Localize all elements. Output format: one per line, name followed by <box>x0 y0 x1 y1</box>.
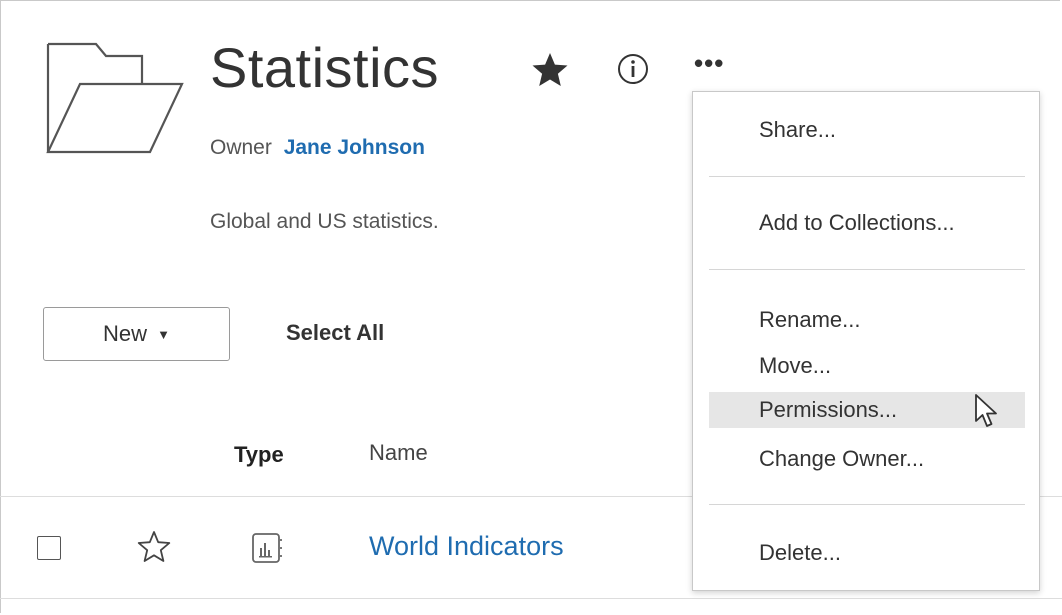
menu-item-delete[interactable]: Delete... <box>709 535 1025 571</box>
owner-row: Owner Jane Johnson <box>210 134 425 162</box>
star-outline-icon[interactable] <box>136 529 172 565</box>
pointer-cursor-icon <box>975 394 997 427</box>
actions-context-menu: Share... Add to Collections... Rename...… <box>692 91 1040 591</box>
menu-item-change-owner[interactable]: Change Owner... <box>709 441 1025 477</box>
more-actions-button[interactable]: ••• <box>694 48 734 78</box>
owner-label: Owner <box>210 136 272 159</box>
column-header-name[interactable]: Name <box>369 438 428 468</box>
owner-name-link[interactable]: Jane Johnson <box>284 136 425 159</box>
page-title: Statistics <box>210 36 440 99</box>
menu-item-move[interactable]: Move... <box>709 348 1025 384</box>
folder-icon <box>46 42 184 154</box>
new-button-label: New <box>103 321 148 346</box>
row-name-link[interactable]: World Indicators <box>369 528 564 564</box>
workbook-icon <box>252 533 282 563</box>
table-divider <box>0 598 1062 599</box>
menu-item-share[interactable]: Share... <box>709 112 1025 148</box>
row-checkbox[interactable] <box>37 536 61 560</box>
star-filled-icon[interactable] <box>530 50 570 90</box>
project-description: Global and US statistics. <box>210 210 439 233</box>
menu-separator <box>709 504 1025 505</box>
chevron-down-icon: ▼ <box>157 326 170 342</box>
menu-item-add-to-collections[interactable]: Add to Collections... <box>709 205 1025 241</box>
info-icon[interactable] <box>616 52 650 86</box>
menu-item-rename[interactable]: Rename... <box>709 302 1025 338</box>
menu-separator <box>709 176 1025 177</box>
menu-separator <box>709 269 1025 270</box>
column-header-type[interactable]: Type <box>234 440 284 470</box>
new-button[interactable]: New ▼ <box>43 307 230 361</box>
select-all-button[interactable]: Select All <box>286 318 384 348</box>
more-icon: ••• <box>694 48 725 78</box>
